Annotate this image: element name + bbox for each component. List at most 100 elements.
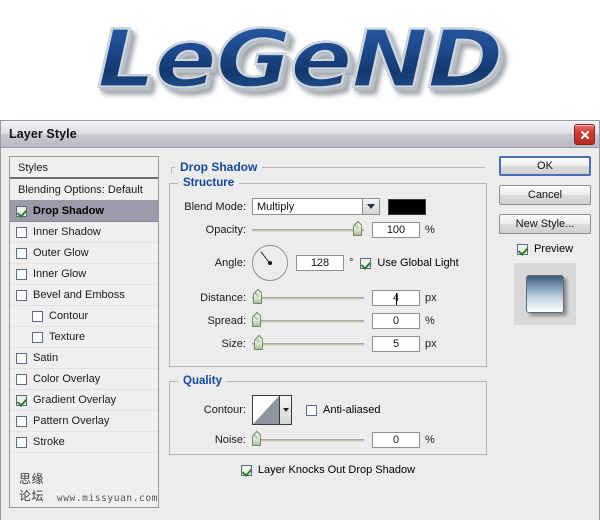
size-unit: px <box>425 338 437 350</box>
opacity-row: Opacity: 100 % <box>180 222 476 238</box>
drop-shadow-section-title: Drop Shadow <box>169 160 487 174</box>
close-x-glyph <box>580 130 589 139</box>
distance-input[interactable]: 4 <box>372 290 420 306</box>
sidebar-item-label: Satin <box>33 352 59 364</box>
sidebar-item-label: Outer Glow <box>33 247 89 259</box>
distance-slider[interactable] <box>252 291 364 305</box>
checkbox-gradient-overlay[interactable] <box>16 394 27 406</box>
noise-slider-thumb[interactable] <box>252 434 261 446</box>
contour-preset-picker[interactable] <box>252 395 292 425</box>
layer-style-dialog: Layer Style Styles Blending Options: Def… <box>0 120 600 520</box>
checkbox-texture[interactable] <box>32 331 43 343</box>
checkbox-satin[interactable] <box>16 352 27 364</box>
anti-aliased-label: Anti-aliased <box>323 404 381 416</box>
checkbox-color-overlay[interactable] <box>16 373 27 385</box>
sidebar-item-texture[interactable]: Texture <box>10 327 158 348</box>
styles-list: Drop Shadow Inner Shadow Outer Glow Inne… <box>10 201 158 506</box>
use-global-light-checkbox[interactable]: Use Global Light <box>360 257 459 269</box>
drop-shadow-settings: Drop Shadow Structure Blend Mode: Multip… <box>169 156 487 508</box>
quality-group: Quality Contour: Anti-aliased Noise: 0 % <box>169 375 487 455</box>
shadow-color-swatch[interactable] <box>388 198 426 215</box>
chevron-down-icon[interactable] <box>279 396 291 424</box>
new-style-button[interactable]: New Style... <box>499 214 591 234</box>
chevron-down-icon[interactable] <box>362 199 379 214</box>
cancel-button[interactable]: Cancel <box>499 185 591 205</box>
checkbox-stroke[interactable] <box>16 436 27 448</box>
structure-legend: Structure <box>178 177 240 189</box>
preview-checkbox[interactable]: Preview <box>497 243 593 255</box>
styles-panel: Styles Blending Options: Default Drop Sh… <box>9 156 159 508</box>
angle-row: Angle: 128 ° Use Global Light <box>180 245 476 281</box>
logo-banner: LeGeND <box>0 0 600 120</box>
blend-mode-select[interactable]: Multiply <box>252 198 380 215</box>
size-input[interactable]: 5 <box>372 336 420 352</box>
dialog-title: Layer Style <box>9 127 77 141</box>
noise-input[interactable]: 0 <box>372 432 420 448</box>
sidebar-item-color-overlay[interactable]: Color Overlay <box>10 369 158 390</box>
opacity-input[interactable]: 100 <box>372 222 420 238</box>
dialog-body: Styles Blending Options: Default Drop Sh… <box>1 148 599 520</box>
blend-mode-row: Blend Mode: Multiply <box>180 198 476 215</box>
sidebar-item-label: Contour <box>49 310 89 322</box>
blending-options-row[interactable]: Blending Options: Default <box>10 179 158 201</box>
structure-group: Structure Blend Mode: Multiply Opacity: <box>169 177 487 367</box>
angle-label: Angle: <box>214 257 246 269</box>
angle-input[interactable]: 128 <box>296 255 344 271</box>
opacity-unit: % <box>425 224 435 236</box>
dialog-titlebar[interactable]: Layer Style <box>1 121 599 148</box>
checkbox-preview[interactable] <box>516 243 528 255</box>
sidebar-item-gradient-overlay[interactable]: Gradient Overlay <box>10 390 158 411</box>
sidebar-item-drop-shadow[interactable]: Drop Shadow <box>10 201 158 222</box>
opacity-slider[interactable] <box>252 223 364 237</box>
sidebar-item-label: Texture <box>49 331 86 343</box>
logo-text: LeGeND <box>96 13 505 107</box>
checkbox-use-global-light[interactable] <box>360 257 372 269</box>
style-preview-thumbnail <box>514 263 576 325</box>
blend-mode-value: Multiply <box>257 200 295 213</box>
sidebar-item-label: Inner Shadow <box>33 226 101 238</box>
size-row: Size: 5 px <box>180 336 476 352</box>
checkbox-anti-aliased[interactable] <box>306 404 317 416</box>
noise-label: Noise: <box>214 434 246 446</box>
distance-label: Distance: <box>200 292 246 304</box>
opacity-slider-thumb[interactable] <box>353 224 362 236</box>
size-slider-thumb[interactable] <box>254 338 263 350</box>
close-icon[interactable] <box>574 124 595 145</box>
size-slider[interactable] <box>252 337 364 351</box>
sidebar-item-stroke[interactable]: Stroke <box>10 432 158 453</box>
angle-dial[interactable] <box>252 245 288 281</box>
checkbox-layer-knocks-out[interactable] <box>240 464 252 476</box>
sidebar-item-label: Pattern Overlay <box>33 415 110 427</box>
angle-unit: ° <box>349 257 354 269</box>
sidebar-item-inner-shadow[interactable]: Inner Shadow <box>10 222 158 243</box>
checkbox-contour[interactable] <box>32 310 43 322</box>
style-preview-swatch <box>526 275 564 313</box>
sidebar-item-contour[interactable]: Contour <box>10 306 158 327</box>
layer-knocks-out-label: Layer Knocks Out Drop Shadow <box>257 464 416 476</box>
spread-slider[interactable] <box>252 314 364 328</box>
dialog-actions: OK Cancel New Style... Preview <box>497 156 593 508</box>
checkbox-pattern-overlay[interactable] <box>16 415 27 427</box>
section-title-label: Drop Shadow <box>175 160 263 174</box>
spread-row: Spread: 0 % <box>180 313 476 329</box>
distance-row: Distance: 4 px <box>180 290 476 306</box>
checkbox-inner-shadow[interactable] <box>16 226 27 238</box>
distance-slider-thumb[interactable] <box>253 292 262 304</box>
sidebar-item-bevel-and-emboss[interactable]: Bevel and Emboss <box>10 285 158 306</box>
spread-slider-thumb[interactable] <box>252 315 261 327</box>
spread-input[interactable]: 0 <box>372 313 420 329</box>
sidebar-item-satin[interactable]: Satin <box>10 348 158 369</box>
sidebar-item-outer-glow[interactable]: Outer Glow <box>10 243 158 264</box>
sidebar-item-pattern-overlay[interactable]: Pattern Overlay <box>10 411 158 432</box>
noise-slider[interactable] <box>252 433 364 447</box>
ok-button[interactable]: OK <box>499 156 591 176</box>
checkbox-inner-glow[interactable] <box>16 268 27 280</box>
checkbox-drop-shadow[interactable] <box>16 205 27 217</box>
sidebar-item-label: Inner Glow <box>33 268 87 280</box>
sidebar-item-label: Bevel and Emboss <box>33 289 125 301</box>
layer-knocks-out-checkbox[interactable]: Layer Knocks Out Drop Shadow <box>169 464 487 476</box>
anti-aliased-checkbox[interactable]: Anti-aliased <box>306 404 380 416</box>
sidebar-item-inner-glow[interactable]: Inner Glow <box>10 264 158 285</box>
checkbox-bevel-and-emboss[interactable] <box>16 289 27 301</box>
checkbox-outer-glow[interactable] <box>16 247 27 259</box>
